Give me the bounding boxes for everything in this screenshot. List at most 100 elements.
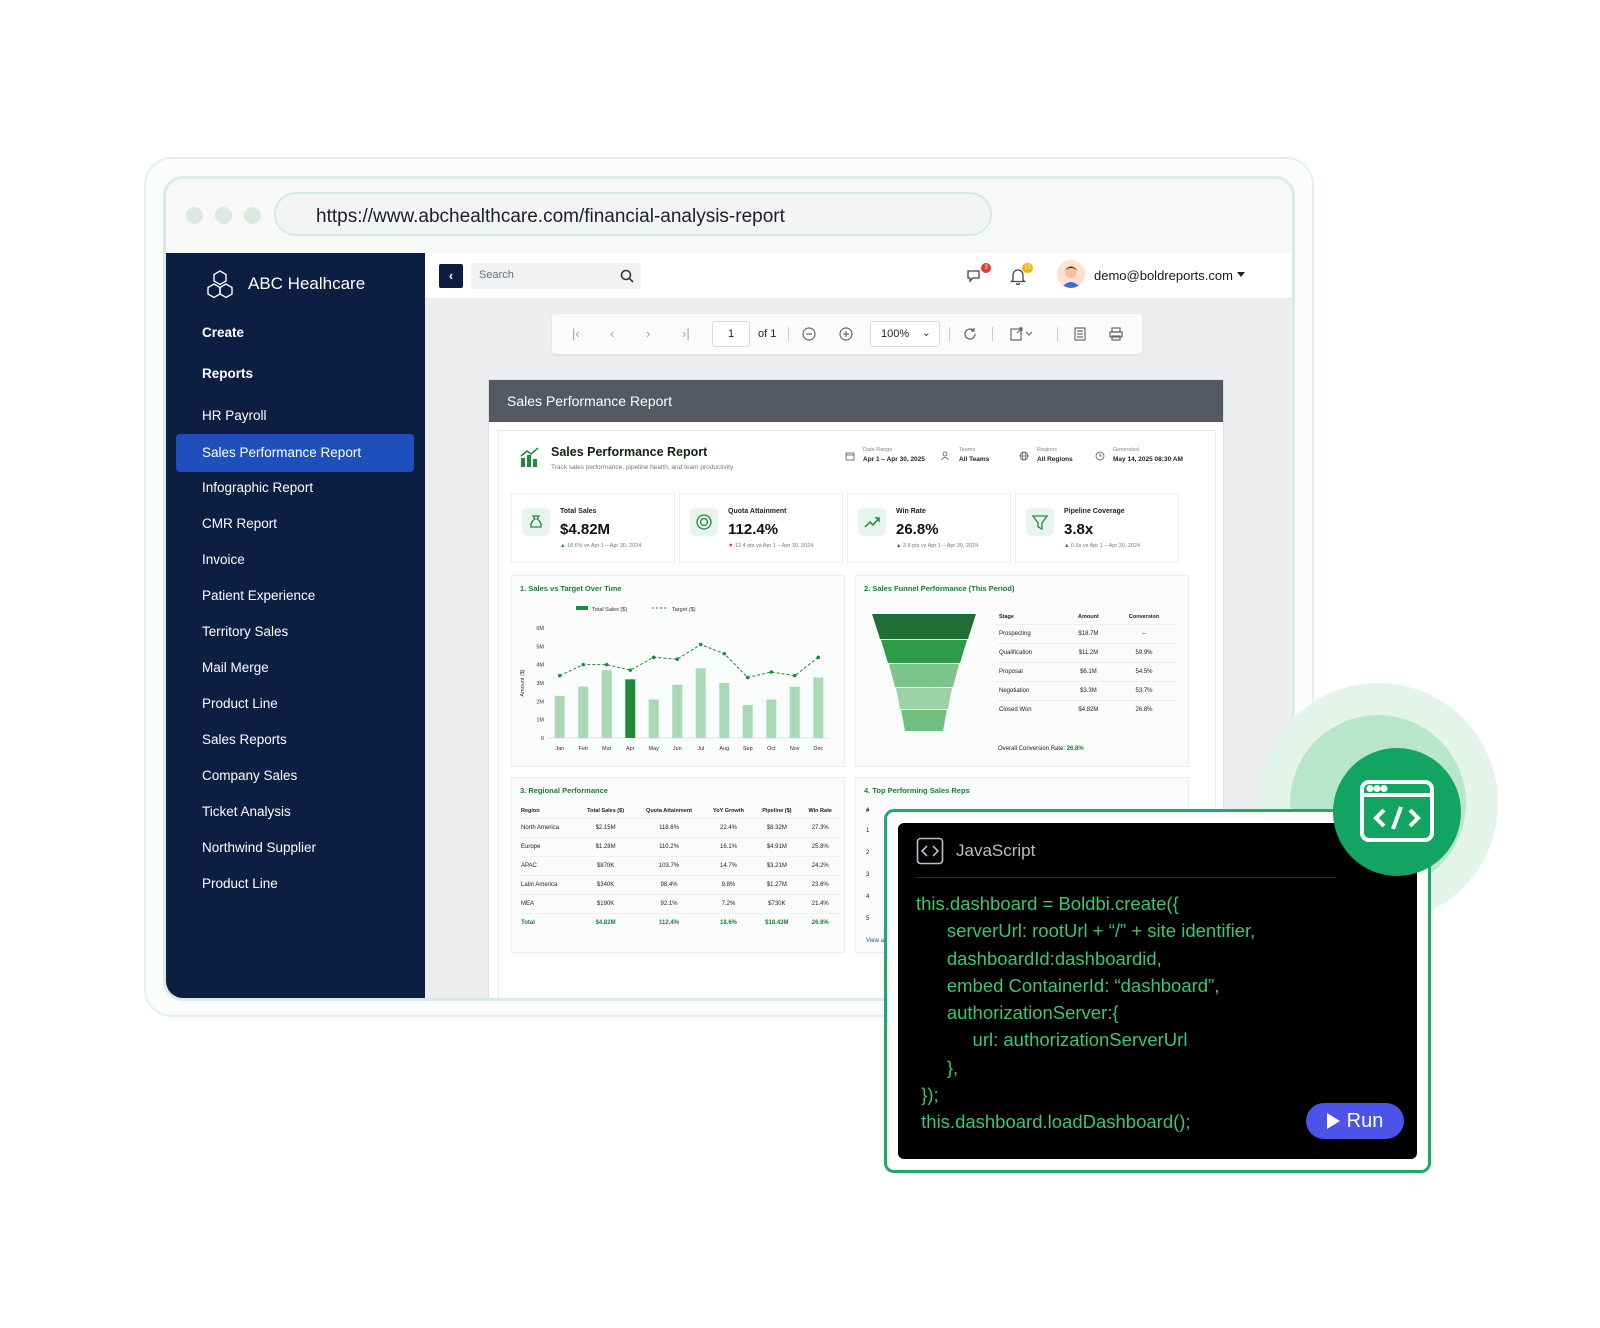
y-tick-label: 3M [536, 681, 544, 687]
code-block[interactable]: this.dashboard = Boldbi.create({ serverU… [916, 890, 1255, 1136]
x-tick-label: Feb [579, 746, 588, 752]
table-cell: $2.15M [576, 818, 635, 838]
table-cell: Proposal [996, 662, 1065, 682]
down-arrow-icon: ▼ [728, 543, 734, 549]
sidebar-item-northwind-supplier[interactable]: Northwind Supplier [202, 840, 316, 855]
run-button[interactable]: Run [1306, 1103, 1404, 1139]
funnel-column-header: Conversion [1128, 614, 1160, 620]
up-arrow-icon: ▲ [896, 543, 902, 549]
table-cell: $18.7M [1064, 624, 1113, 644]
kpi-value: $4.82M [560, 521, 611, 538]
previous-page-icon[interactable]: ‹ [610, 326, 614, 341]
last-page-icon[interactable]: ›| [682, 326, 690, 341]
bar-mark [554, 695, 565, 738]
table-cell: 23.6% [800, 875, 840, 895]
team-icon [941, 451, 949, 461]
sidebar-item-product-line-2[interactable]: Product Line [202, 876, 278, 891]
table-row: Prospecting $18.7M – [996, 624, 1176, 644]
sidebar-item-invoice[interactable]: Invoice [202, 552, 245, 567]
sidebar-item-infographic-report[interactable]: Infographic Report [202, 480, 313, 495]
kpi-label: Quota Attainment [728, 508, 787, 515]
notifications-button[interactable]: 15 [1007, 263, 1033, 287]
run-button-label: Run [1346, 1109, 1384, 1132]
export-icon[interactable] [1010, 327, 1034, 341]
table-cell: 54.5% [1112, 662, 1176, 682]
overall-conversion-label: Overall Conversion Rate: [998, 746, 1066, 752]
meta-date-range: Date Range Apr 1 – Apr 30, 2025 [845, 447, 925, 463]
user-menu-caret-icon[interactable] [1237, 272, 1245, 277]
table-cell: $11.2M [1064, 643, 1113, 663]
sidebar-item-ticket-analysis[interactable]: Ticket Analysis [202, 804, 291, 819]
target-point [651, 655, 656, 660]
browser-code-icon [1360, 780, 1434, 842]
code-line: serverUrl: rootUrl + “/” + site identifi… [916, 920, 1256, 942]
toolbar-divider [1057, 327, 1058, 341]
table-cell: 26.8% [800, 913, 840, 932]
bar-mark [766, 699, 777, 738]
page-number-input[interactable]: 1 [712, 321, 750, 347]
code-line: dashboardId:dashboardid, [916, 947, 1162, 969]
table-cell: 18.6% [703, 913, 754, 932]
table-cell: $730K [753, 894, 801, 914]
table-cell: $18.43M [753, 913, 801, 932]
zoom-select[interactable]: 100% ⌄ [870, 321, 940, 347]
regional-table: Region Total Sales ($) Quota Attainment YoY… [518, 804, 840, 932]
search-input[interactable]: Search [471, 263, 641, 289]
sidebar-item-create[interactable]: Create [202, 325, 244, 340]
zoom-out-icon[interactable] [802, 327, 816, 341]
bar-mark [648, 699, 659, 738]
sidebar-item-cmr-report[interactable]: CMR Report [202, 516, 277, 531]
address-bar[interactable]: https://www.abchealthcare.com/financial-… [274, 192, 992, 236]
meta-value: All Regions [1037, 456, 1073, 463]
toolbar-divider [949, 327, 950, 341]
page-setup-icon[interactable] [1073, 327, 1087, 341]
sidebar-item-sales-performance-report[interactable]: Sales Performance Report [176, 434, 414, 472]
sales-vs-target-chart: Total Sales ($) Target ($) 0 1M 2M 3M 4M 5M 6M Am… [520, 606, 830, 752]
code-editor: JavaScript this.dashboard = Boldbi.creat… [898, 823, 1417, 1159]
table-cell: 9.8% [703, 875, 754, 895]
sidebar-item-company-sales[interactable]: Company Sales [202, 768, 297, 783]
next-page-icon[interactable]: › [646, 326, 650, 341]
search-icon[interactable] [619, 268, 635, 284]
regional-table-body: North America $2.15M 118.6% 22.4% $8.32M 27.3… [518, 818, 840, 932]
avatar[interactable] [1057, 260, 1085, 288]
sidebar-item-hr-payroll[interactable]: HR Payroll [202, 408, 267, 423]
table-cell: $4.82M [576, 913, 635, 932]
window-dot-maximize[interactable] [244, 207, 261, 224]
target-point [628, 668, 633, 672]
sidebar-item-reports[interactable]: Reports [202, 366, 253, 381]
funnel-table: Stage Amount Conversion Prospecting $18.7M –… [996, 610, 1176, 719]
code-snippet-card: JavaScript this.dashboard = Boldbi.creat… [884, 809, 1431, 1173]
sidebar-item-product-line[interactable]: Product Line [202, 696, 278, 711]
first-page-icon[interactable]: |‹ [572, 326, 580, 341]
brand[interactable]: ABC Healhcare [204, 267, 365, 301]
code-line: }, [916, 1056, 959, 1078]
chat-notification-button[interactable]: 3 [965, 263, 991, 287]
table-cell: $3.21M [753, 856, 801, 876]
code-line: this.dashboard.loadDashboard(); [916, 1111, 1191, 1133]
user-email[interactable]: demo@boldreports.com [1094, 268, 1233, 283]
table-cell: $1.28M [576, 837, 635, 857]
bar-mark [813, 677, 824, 738]
zoom-in-icon[interactable] [839, 327, 853, 341]
table-cell: 92.1% [634, 894, 704, 914]
funnel-icon [1026, 508, 1054, 536]
window-dot-close[interactable] [186, 207, 203, 224]
window-dot-minimize[interactable] [215, 207, 232, 224]
sidebar-item-territory-sales[interactable]: Territory Sales [202, 624, 288, 639]
target-point [792, 673, 797, 678]
refresh-icon[interactable] [963, 327, 977, 341]
sidebar-item-patient-experience[interactable]: Patient Experience [202, 588, 315, 603]
collapse-sidebar-button[interactable]: ‹ [439, 264, 463, 288]
rep-rank: 1 [866, 828, 870, 834]
print-icon[interactable] [1109, 327, 1123, 341]
y-tick-label: 1M [536, 718, 544, 724]
table-row: APAC $870K 103.7% 14.7% $3.21M 24.2% [518, 856, 840, 876]
report-title-bar: Sales Performance Report [489, 380, 1223, 422]
sidebar-item-sales-reports[interactable]: Sales Reports [202, 732, 287, 747]
sidebar-item-mail-merge[interactable]: Mail Merge [202, 660, 269, 675]
meta-key: Teams [959, 447, 976, 453]
bar-mark [672, 684, 683, 738]
target-point [604, 662, 609, 667]
globe-icon [1019, 451, 1029, 461]
